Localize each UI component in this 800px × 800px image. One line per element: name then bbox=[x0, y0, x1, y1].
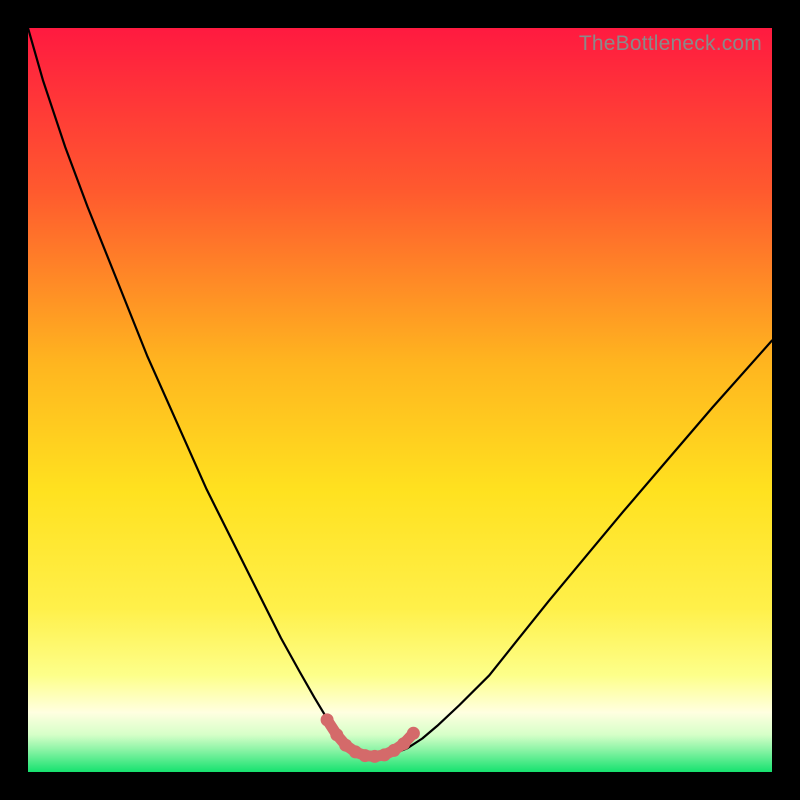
watermark-text: TheBottleneck.com bbox=[579, 32, 762, 56]
outer-frame: TheBottleneck.com bbox=[0, 0, 800, 800]
curve-line bbox=[28, 28, 772, 757]
plot-area: TheBottleneck.com bbox=[28, 28, 772, 772]
bottleneck-curve bbox=[28, 28, 772, 772]
trough-markers bbox=[321, 713, 420, 763]
